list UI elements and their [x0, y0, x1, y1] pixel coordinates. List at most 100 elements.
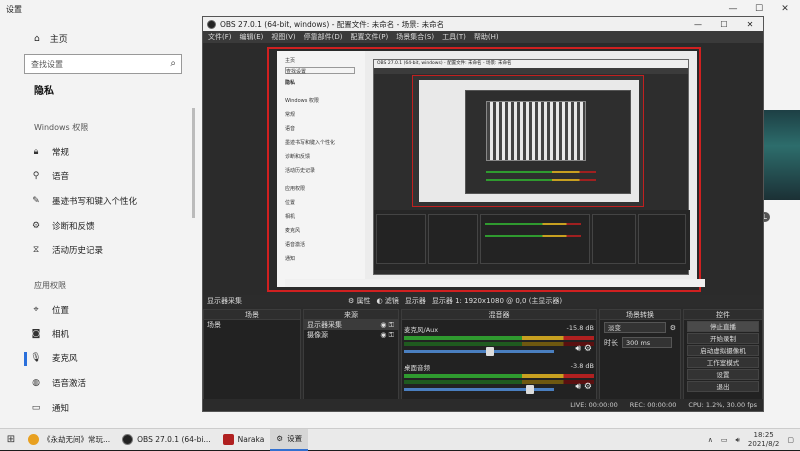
- source-item[interactable]: 摄像源 ◉ ⚿: [304, 330, 398, 340]
- nested-dock: [376, 214, 426, 264]
- settings-sidebar: ⌂ 主页 查找设置 ⌕ 隐私 Windows 权限 🔒︎ 常规 ⚲ 语音 ✎ 墨…: [0, 18, 192, 428]
- nav-item-location[interactable]: ⌖ 位置: [30, 304, 69, 316]
- menu-view[interactable]: 视图(V): [271, 32, 295, 42]
- display-select[interactable]: 显示器 1: 1920x1080 @ 0,0 (主显示器): [432, 296, 562, 306]
- page-title: 隐私: [34, 86, 54, 97]
- obs-icon: [122, 434, 134, 445]
- visibility-eye-icon[interactable]: ◉ ⚿: [380, 321, 394, 330]
- obs-minimize-button[interactable]: —: [685, 17, 711, 31]
- gear-icon[interactable]: ⚙: [584, 344, 592, 354]
- nested-meter: [486, 179, 596, 181]
- menu-edit[interactable]: 编辑(E): [240, 32, 264, 42]
- slider-knob[interactable]: [526, 385, 534, 394]
- nested-dock: [638, 214, 686, 264]
- nav-item-diagnostics[interactable]: ⚙ 诊断和反馈: [30, 220, 95, 232]
- settings-search-input[interactable]: 查找设置 ⌕: [24, 54, 182, 74]
- nested-preview-inner: [419, 80, 639, 202]
- nested-text: 相机: [285, 214, 296, 220]
- nested-text: 麦克风: [285, 228, 301, 234]
- taskbar-item-chrome[interactable]: 《永劫无间》常玩...: [22, 429, 116, 451]
- mixer-desktop-controls: 🔊︎ ⚙: [575, 382, 592, 392]
- exit-button[interactable]: 退出: [687, 381, 759, 392]
- nav-item-camera[interactable]: ◙ 相机: [30, 328, 69, 340]
- nested-text: 主页: [285, 58, 296, 64]
- pen-icon: ✎: [32, 196, 40, 206]
- controls-title: 控件: [684, 310, 762, 320]
- nav-label: 常规: [52, 148, 70, 158]
- nav-item-microphone[interactable]: 🎙︎ 麦克风: [30, 352, 77, 364]
- obs-preview[interactable]: 主页 查找设置 隐私 Windows 权限 常规 语音 墨迹书写和键入个性化 诊…: [267, 47, 705, 292]
- nav-item-notifications[interactable]: ▭ 通知: [30, 402, 69, 414]
- diagnostics-icon: ⚙: [31, 221, 41, 231]
- taskbar-item-settings[interactable]: ⚙ 设置: [270, 428, 309, 451]
- properties-button[interactable]: ⚙ 属性: [348, 296, 371, 306]
- nested-preview: [412, 75, 644, 207]
- volume-slider[interactable]: [404, 347, 554, 356]
- volume-slider[interactable]: [404, 385, 554, 394]
- clock-date: 2021/8/2: [747, 440, 780, 448]
- nested-text: 墨迹书写和键入个性化: [285, 140, 336, 146]
- obs-close-button[interactable]: ✕: [737, 17, 763, 31]
- system-tray: ∧ ▭ 🔊︎ 18:25 2021/8/2 ▢: [708, 429, 794, 451]
- menu-profile[interactable]: 配置文件(P): [351, 32, 389, 42]
- mixer-channel-mic: 麦克风/Aux -15.8 dB: [404, 324, 594, 356]
- nested-text: Windows 权限: [285, 98, 319, 104]
- notification-center-icon[interactable]: ▢: [787, 436, 794, 444]
- cpu-status: CPU: 1.2%, 30.00 fps: [688, 401, 757, 409]
- scene-item[interactable]: 场景: [204, 320, 300, 330]
- nav-item-activity-history[interactable]: ⧖ 活动历史记录: [30, 244, 103, 256]
- studio-mode-button[interactable]: 工作室模式: [687, 357, 759, 368]
- background-art: [764, 110, 800, 200]
- gear-icon[interactable]: ⚙: [670, 324, 676, 332]
- settings-button[interactable]: 设置: [687, 369, 759, 380]
- menu-scene-collection[interactable]: 场景集合(S): [396, 32, 434, 42]
- stop-streaming-button[interactable]: 停止直播: [687, 321, 759, 332]
- nested-settings-sidebar: 主页 查找设置 隐私 Windows 权限 常规 语音 墨迹书写和键入个性化 诊…: [277, 51, 365, 287]
- context-bar: 显示器采集 ⚙ 属性 ◐ 滤镜 显示器 显示器 1: 1920x1080 @ 0…: [203, 295, 763, 307]
- camera-icon: ◙: [31, 329, 41, 339]
- start-button[interactable]: ⊞: [0, 429, 22, 451]
- nested-text: 常规: [285, 112, 296, 118]
- nav-item-inking[interactable]: ✎ 墨迹书写和键入个性化: [30, 195, 137, 207]
- gear-icon[interactable]: ⚙: [584, 382, 592, 392]
- channel-name: 桌面音频: [404, 364, 430, 372]
- nav-item-voice-activation[interactable]: ◍ 语音激活: [30, 377, 86, 389]
- nav-label: 位置: [52, 306, 70, 316]
- home-icon: ⌂: [34, 33, 40, 44]
- filters-button[interactable]: ◐ 滤镜: [377, 296, 399, 306]
- menu-file[interactable]: 文件(F): [208, 32, 232, 42]
- transition-select[interactable]: 淡变: [604, 322, 666, 333]
- home-nav[interactable]: ⌂ 主页: [34, 32, 68, 46]
- visibility-eye-icon[interactable]: ◉ ⚿: [380, 331, 394, 340]
- menu-tools[interactable]: 工具(T): [442, 32, 466, 42]
- transition-duration-row: 时长 300 ms: [600, 335, 680, 350]
- nested-dock: [428, 214, 478, 264]
- obs-docks: 显示器采集 ⚙ 属性 ◐ 滤镜 显示器 显示器 1: 1920x1080 @ 0…: [203, 295, 763, 411]
- volume-meter: [404, 380, 594, 384]
- obs-maximize-button[interactable]: ☐: [711, 17, 737, 31]
- source-item[interactable]: 显示器采集 ◉ ⚿: [304, 320, 398, 330]
- nav-item-general[interactable]: 🔒︎ 常规: [30, 146, 69, 158]
- menu-docks[interactable]: 停靠部件(D): [304, 32, 343, 42]
- start-virtual-camera-button[interactable]: 启动虚拟摄像机: [687, 345, 759, 356]
- speaker-icon[interactable]: 🔊︎: [575, 344, 581, 354]
- clock[interactable]: 18:25 2021/8/2: [748, 431, 779, 449]
- network-icon[interactable]: ▭: [721, 436, 728, 444]
- duration-input[interactable]: 300 ms: [622, 337, 672, 348]
- mixer-mic-controls: 🔊︎ ⚙: [575, 344, 592, 354]
- sidebar-scrollbar[interactable]: [192, 108, 195, 218]
- start-recording-button[interactable]: 开始录制: [687, 333, 759, 344]
- transitions-dock: 场景转换 淡变 ⚙ 时长 300 ms: [599, 309, 681, 411]
- nested-text: 语音激活: [285, 242, 306, 248]
- nav-item-speech[interactable]: ⚲ 语音: [30, 170, 69, 182]
- taskbar-item-obs[interactable]: OBS 27.0.1 (64-bi...: [116, 429, 216, 451]
- slider-knob[interactable]: [486, 347, 494, 356]
- chevron-up-icon[interactable]: ∧: [708, 436, 713, 444]
- mixer-channel-desktop: 桌面音频 -3.8 dB: [404, 362, 594, 394]
- menu-help[interactable]: 帮助(H): [474, 32, 499, 42]
- speaker-icon[interactable]: 🔊︎: [575, 382, 581, 392]
- taskbar-item-naraka[interactable]: Naraka: [217, 429, 271, 451]
- close-button[interactable]: ✕: [772, 0, 798, 18]
- volume-icon[interactable]: 🔊︎: [736, 436, 740, 445]
- notification-icon: ▭: [31, 403, 41, 413]
